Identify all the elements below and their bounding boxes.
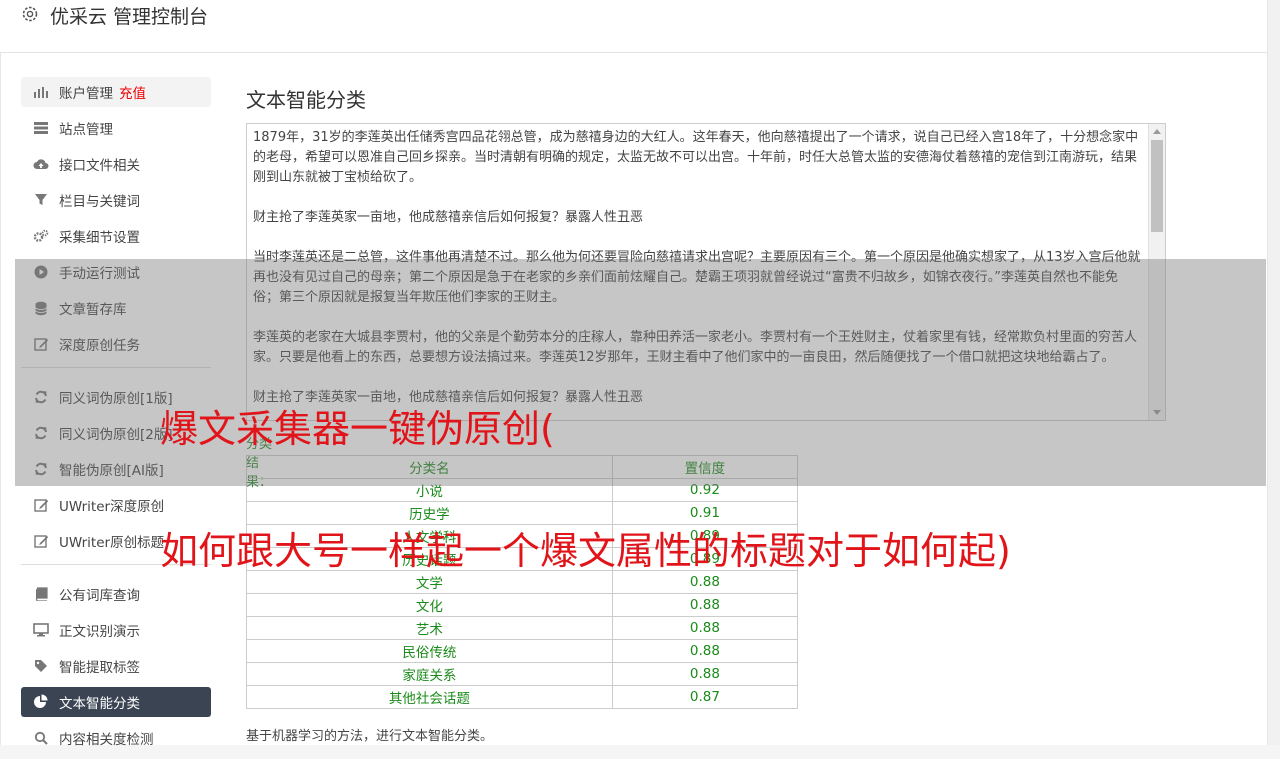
category-cell: 文化 [246, 593, 613, 617]
sidebar-item-label: 接口文件相关 [59, 158, 140, 174]
page-title: 文本智能分类 [246, 88, 366, 112]
sidebar-item-keywords[interactable]: 栏目与关键词 [21, 185, 211, 215]
table-row: 艺术 0.88 [246, 616, 799, 640]
category-cell: 家庭关系 [246, 662, 613, 686]
sidebar-item-label: 正文识别演示 [59, 624, 140, 640]
sidebar-item-label: 账户管理 [59, 86, 113, 102]
sidebar-item-label: 智能提取标签 [59, 660, 140, 676]
category-cell: 其他社会话题 [246, 685, 613, 709]
bar-chart-icon [32, 83, 50, 101]
sidebar-item-label: UWriter深度原创 [59, 499, 165, 515]
sidebar-item-label: 栏目与关键词 [59, 194, 140, 210]
sidebar-item-relevance-check[interactable]: 内容相关度检测 [21, 723, 211, 753]
category-cell: 民俗传统 [246, 639, 613, 663]
sidebar-item-label: 公有词库查询 [59, 588, 140, 604]
sidebar-item-text-recognition[interactable]: 正文识别演示 [21, 615, 211, 645]
confidence-cell: 0.87 [611, 685, 799, 709]
sidebar-item-collect-settings[interactable]: 采集细节设置 [21, 221, 211, 251]
sidebar-item-label: 采集细节设置 [59, 230, 140, 246]
sidebar-item-account[interactable]: 账户管理 充值 [21, 77, 211, 107]
table-row: 其他社会话题 0.87 [246, 685, 799, 709]
table-row: 家庭关系 0.88 [246, 662, 799, 686]
confidence-cell: 0.88 [611, 639, 799, 663]
app-title: 优采云 管理控制台 [50, 6, 209, 28]
classification-table: 分类名 置信度 小说 0.92 历史学 0.91 人文学科 0.89 历史话题 0.89… [246, 455, 799, 709]
top-header: 优采云 管理控制台 [0, 0, 1268, 53]
recharge-link[interactable]: 充值 [119, 82, 146, 102]
sidebar-item-label: UWriter原创标题 [59, 535, 165, 551]
sidebar-item-label: 文本智能分类 [59, 696, 140, 712]
gears-icon [32, 227, 50, 245]
sidebar-item-sites[interactable]: 站点管理 [21, 113, 211, 143]
monitor-icon [32, 621, 50, 639]
text-paragraph: 1879年，31岁的李莲英出任储秀宫四品花翎总管，成为慈禧身边的大红人。这年春天… [253, 130, 1139, 185]
footnote-text: 基于机器学习的方法，进行文本智能分类。 [246, 729, 494, 744]
sidebar-item-text-classify[interactable]: 文本智能分类 [21, 687, 211, 717]
text-paragraph: 财主抢了李莲英家一亩地，他成慈禧亲信后如何报复？暴露人性丑恶 [253, 210, 644, 225]
sidebar-item-public-dictionary[interactable]: 公有词库查询 [21, 579, 211, 609]
edit-icon [32, 496, 50, 514]
table-row: 民俗传统 0.88 [246, 639, 799, 663]
search-icon [32, 729, 50, 747]
page-scrollbar[interactable] [1267, 0, 1280, 745]
confidence-cell: 0.88 [611, 593, 799, 617]
gear-icon [22, 6, 38, 22]
sidebar-item-uwriter-deep[interactable]: UWriter深度原创 [21, 490, 211, 520]
scroll-thumb[interactable] [1151, 140, 1163, 232]
book-icon [32, 585, 50, 603]
filter-icon [32, 191, 50, 209]
overlay-headline-1: 爆文采集器一键伪原创( [160, 407, 555, 451]
edit-icon [32, 532, 50, 550]
server-icon [32, 119, 50, 137]
cloud-upload-icon [32, 155, 50, 173]
sidebar-item-api-files[interactable]: 接口文件相关 [21, 149, 211, 179]
tag-icon [32, 657, 50, 675]
scroll-up-icon[interactable] [1153, 129, 1161, 134]
pie-chart-icon [32, 693, 50, 711]
overlay-headline-2: 如何跟大号一样起一个爆文属性的标题对于如何起) [160, 529, 1011, 573]
sidebar-item-tag-extract[interactable]: 智能提取标签 [21, 651, 211, 681]
sidebar-item-label: 内容相关度检测 [59, 732, 154, 748]
table-row: 文化 0.88 [246, 593, 799, 617]
sidebar-item-label: 站点管理 [59, 122, 113, 138]
confidence-cell: 0.88 [611, 616, 799, 640]
category-cell: 艺术 [246, 616, 613, 640]
confidence-cell: 0.88 [611, 662, 799, 686]
